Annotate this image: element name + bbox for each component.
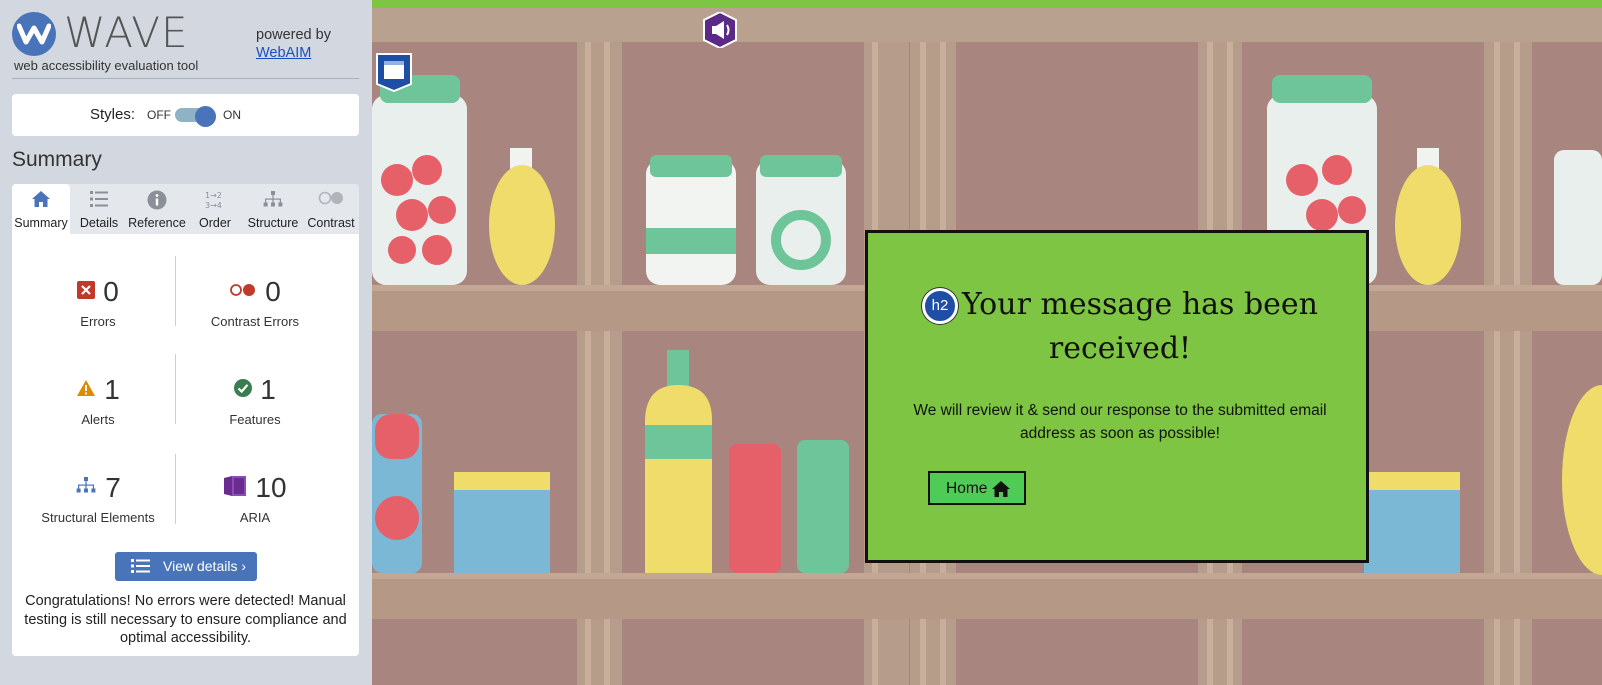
tab-reference[interactable]: Reference xyxy=(128,184,186,234)
styles-toggle-knob[interactable] xyxy=(195,106,216,127)
tab-structure-label: Structure xyxy=(247,216,299,230)
tab-bar: Summary Details Reference 1→2 3→4 Order S… xyxy=(12,184,359,234)
tab-details-label: Details xyxy=(79,216,119,230)
tab-order-label: Order xyxy=(199,216,231,230)
dialog-message: We will review it & send our response to… xyxy=(913,402,1327,442)
svg-text:1→2: 1→2 xyxy=(205,191,222,200)
home-button[interactable]: Home xyxy=(928,471,1026,505)
stat-errors[interactable]: 0 Errors xyxy=(18,276,178,329)
wave-sidebar: WAVE web accessibility evaluation tool p… xyxy=(0,0,372,685)
aria-icon xyxy=(223,475,247,502)
view-details-label: View details › xyxy=(163,558,247,574)
wave-logo-icon xyxy=(12,12,56,56)
list-icon xyxy=(131,558,151,577)
webaim-link[interactable]: WebAIM xyxy=(256,44,331,62)
info-icon xyxy=(128,190,186,210)
contrast-icon xyxy=(302,190,360,210)
order-icon: 1→2 3→4 xyxy=(186,190,244,210)
structural-label: Structural Elements xyxy=(41,510,155,525)
styles-toggle-box: Styles: OFF ON xyxy=(12,94,359,136)
divider xyxy=(12,78,359,79)
stat-structural[interactable]: 7 Structural Elements xyxy=(18,472,178,525)
errors-label: Errors xyxy=(80,314,116,329)
tab-summary-label: Summary xyxy=(14,216,68,230)
home-icon xyxy=(12,190,70,210)
summary-heading: Summary xyxy=(12,148,102,171)
errors-count: 0 xyxy=(103,276,119,307)
heading-level-badge[interactable]: h2 xyxy=(921,288,958,324)
powered-by-text: powered by xyxy=(256,27,331,43)
summary-panel: 0 Errors 0 Contrast Errors 1 Alerts 1 Fe… xyxy=(12,234,359,656)
error-icon xyxy=(77,281,96,304)
contrast-error-icon xyxy=(229,283,257,302)
structural-count: 7 xyxy=(105,472,121,503)
dialog-heading: h2 Your message has been received! xyxy=(886,283,1354,371)
tab-reference-label: Reference xyxy=(128,216,186,230)
feature-check-icon xyxy=(234,379,253,402)
svg-text:3→4: 3→4 xyxy=(205,201,222,210)
features-count: 1 xyxy=(260,374,276,405)
aria-label: ARIA xyxy=(239,510,271,525)
structure-icon xyxy=(75,476,97,501)
stat-alerts[interactable]: 1 Alerts xyxy=(18,374,178,427)
contrast-errors-label: Contrast Errors xyxy=(210,314,300,329)
alert-icon xyxy=(76,379,96,402)
alerts-label: Alerts xyxy=(81,412,115,427)
aria-count: 10 xyxy=(255,472,287,503)
structure-icon xyxy=(244,190,302,210)
structure-region-icon[interactable] xyxy=(375,52,413,93)
tab-details[interactable]: Details xyxy=(70,184,128,234)
aria-landmark-icon[interactable] xyxy=(702,10,738,50)
tab-contrast[interactable]: Contrast xyxy=(302,184,360,234)
dialog-heading-text: Your message has been received! xyxy=(961,287,1318,366)
contrast-errors-count: 0 xyxy=(265,276,281,307)
stat-contrast-errors[interactable]: 0 Contrast Errors xyxy=(175,276,335,329)
home-button-label: Home xyxy=(946,480,988,497)
confirmation-dialog: h2 Your message has been received! We wil… xyxy=(865,230,1369,563)
wave-logo-subtitle: web accessibility evaluation tool xyxy=(14,58,199,73)
styles-on-label: ON xyxy=(223,108,241,122)
tab-order[interactable]: 1→2 3→4 Order xyxy=(186,184,244,234)
home-icon xyxy=(992,481,1010,497)
wave-logo-text: WAVE xyxy=(64,8,189,57)
stat-features[interactable]: 1 Features xyxy=(175,374,335,427)
page-content: h2 Your message has been received! We wil… xyxy=(372,0,1602,685)
tab-summary[interactable]: Summary xyxy=(12,184,70,234)
styles-off-label: OFF xyxy=(147,108,171,122)
congrats-message: Congratulations! No errors were detected… xyxy=(24,593,347,646)
powered-by: powered by WebAIM xyxy=(256,26,331,62)
view-details-button[interactable]: View details › xyxy=(115,552,257,581)
alerts-count: 1 xyxy=(104,374,120,405)
stat-aria[interactable]: 10 ARIA xyxy=(175,472,335,525)
features-label: Features xyxy=(229,412,281,427)
tab-structure[interactable]: Structure xyxy=(244,184,302,234)
tab-contrast-label: Contrast xyxy=(307,216,355,230)
styles-label: Styles: xyxy=(90,106,136,123)
list-icon xyxy=(70,190,128,210)
